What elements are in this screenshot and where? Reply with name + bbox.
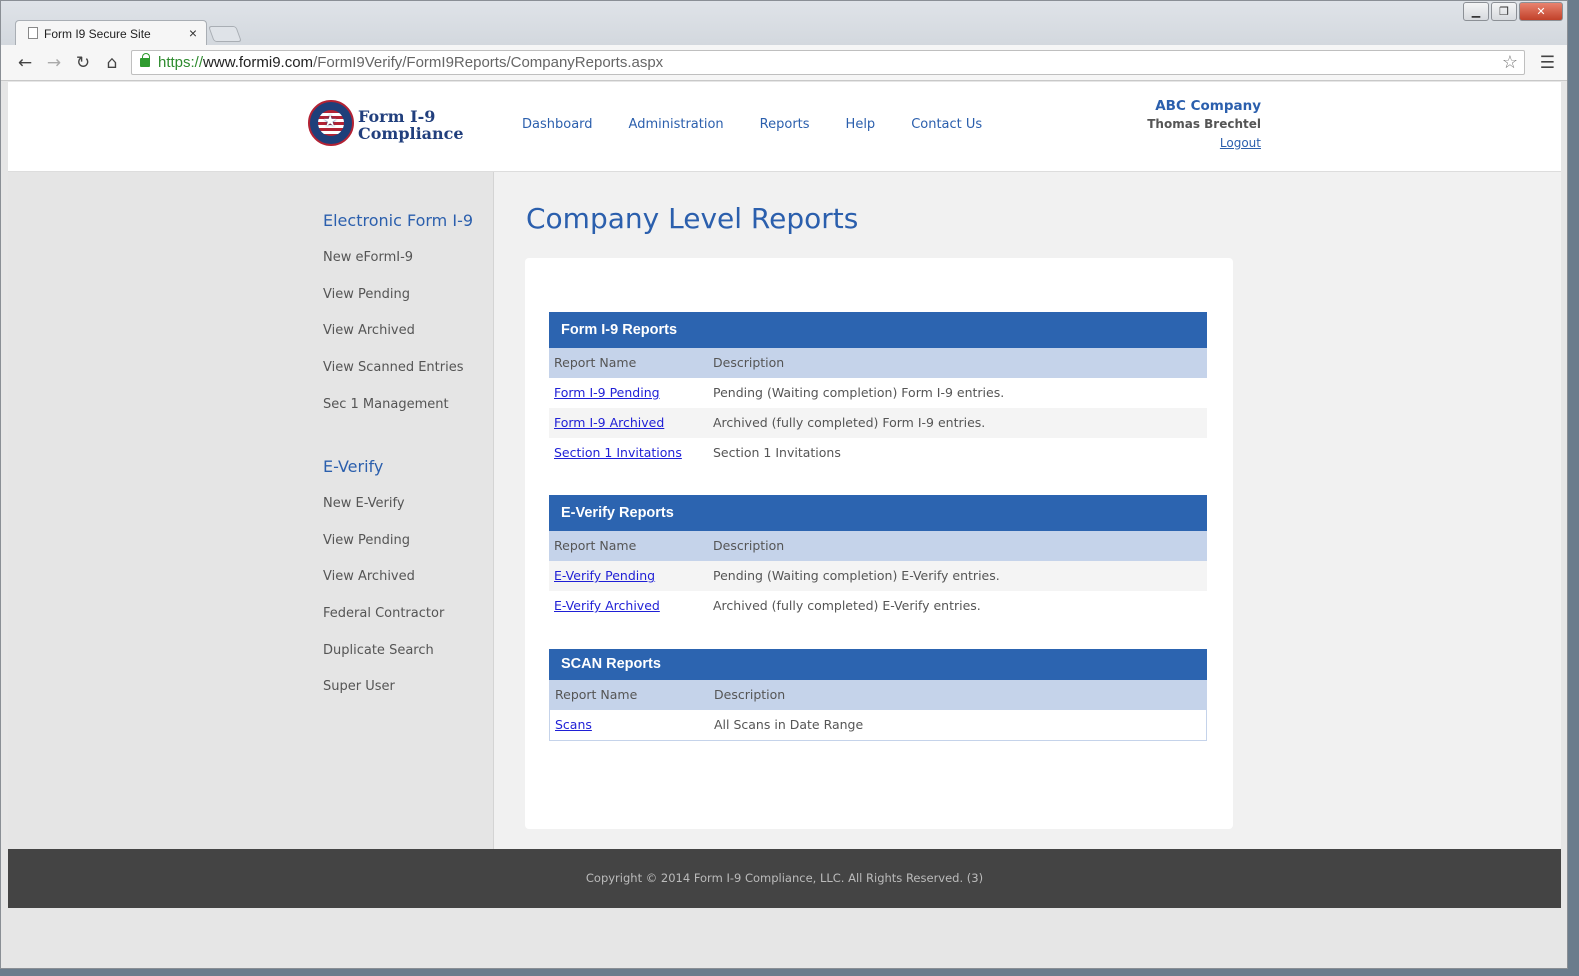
table-row: Section 1 Invitations Section 1 Invitati… <box>549 438 1207 468</box>
forward-arrow-icon[interactable]: → <box>43 52 65 74</box>
scan-table-body: Report Name Description Scans All Scans … <box>549 680 1207 741</box>
top-nav: Dashboard Administration Reports Help Co… <box>522 117 982 132</box>
page-viewport: Form I-9 Compliance Dashboard Administra… <box>8 82 1561 908</box>
sidebar-item-view-scanned-entries[interactable]: View Scanned Entries <box>323 360 473 397</box>
maximize-button[interactable]: ❐ <box>1491 2 1517 21</box>
reports-card: Form I-9 Reports Report Name Description… <box>525 258 1233 829</box>
site-header: Form I-9 Compliance Dashboard Administra… <box>8 82 1561 172</box>
scan-reports-table: SCAN Reports Report Name Description Sca… <box>549 649 1207 741</box>
nav-contact-us[interactable]: Contact Us <box>911 117 982 132</box>
sidebar-item-view-pending[interactable]: View Pending <box>323 287 473 324</box>
window-controls: ▁ ❐ ✕ <box>1463 2 1563 21</box>
logo-line-2: Compliance <box>358 124 464 143</box>
nav-reports[interactable]: Reports <box>760 117 810 132</box>
sidebar-item-everify-view-archived[interactable]: View Archived <box>323 569 444 606</box>
tab-strip: Form I9 Secure Site × ▁ ❐ ✕ <box>1 1 1567 46</box>
sidebar-item-federal-contractor[interactable]: Federal Contractor <box>323 606 444 643</box>
lock-icon <box>140 53 150 67</box>
copyright-text: Copyright © 2014 Form I-9 Compliance, LL… <box>585 871 984 885</box>
address-bar[interactable]: https://www.formi9.com/FormI9Verify/Form… <box>131 50 1525 75</box>
column-header-row: Report Name Description <box>549 531 1207 561</box>
account-info: ABC Company Thomas Brechtel Logout <box>1147 97 1261 152</box>
new-tab-button[interactable] <box>208 26 242 42</box>
url-scheme: https:// <box>158 54 204 71</box>
main-content: Company Level Reports Form I-9 Reports R… <box>494 172 1561 849</box>
column-report-name: Report Name <box>554 538 637 553</box>
page-title: Company Level Reports <box>526 202 859 235</box>
browser-toolbar: ← → ↻ ⌂ https://www.formi9.com/FormI9Ver… <box>1 45 1567 81</box>
home-icon[interactable]: ⌂ <box>101 52 123 74</box>
form-i9-reports-heading: Form I-9 Reports <box>549 312 1207 348</box>
report-link-everify-pending[interactable]: E-Verify Pending <box>554 568 655 583</box>
sidebar-item-new-eformi9[interactable]: New eFormI-9 <box>323 250 473 287</box>
browser-window: Form I9 Secure Site × ▁ ❐ ✕ ← → ↻ ⌂ http… <box>0 0 1568 969</box>
table-row: E-Verify Pending Pending (Waiting comple… <box>549 561 1207 591</box>
star-icon[interactable]: ☆ <box>1502 52 1518 73</box>
site-logo[interactable]: Form I-9 Compliance <box>308 100 464 150</box>
close-window-button[interactable]: ✕ <box>1519 2 1563 21</box>
column-description: Description <box>713 355 785 370</box>
everify-reports-heading: E-Verify Reports <box>549 495 1207 531</box>
sidebar: Electronic Form I-9 New eFormI-9 View Pe… <box>8 172 494 849</box>
nav-dashboard[interactable]: Dashboard <box>522 117 593 132</box>
table-row: Form I-9 Archived Archived (fully comple… <box>549 408 1207 438</box>
form-i9-reports-table: Form I-9 Reports Report Name Description… <box>549 312 1207 468</box>
company-name: ABC Company <box>1155 98 1261 114</box>
url-path: /FormI9Verify/FormI9Reports/CompanyRepor… <box>313 54 664 71</box>
report-link-everify-archived[interactable]: E-Verify Archived <box>554 598 660 613</box>
column-header-row: Report Name Description <box>549 348 1207 378</box>
column-description: Description <box>713 538 785 553</box>
table-row: E-Verify Archived Archived (fully comple… <box>549 591 1207 621</box>
browser-tab[interactable]: Form I9 Secure Site × <box>15 20 207 46</box>
eform-heading: Electronic Form I-9 <box>323 211 474 230</box>
report-link-form-i9-archived[interactable]: Form I-9 Archived <box>554 415 664 430</box>
url-host: www.formi9.com <box>203 54 314 71</box>
table-row: Form I-9 Pending Pending (Waiting comple… <box>549 378 1207 408</box>
report-link-section1-invitations[interactable]: Section 1 Invitations <box>554 445 682 460</box>
sidebar-item-sec1-management[interactable]: Sec 1 Management <box>323 397 473 434</box>
report-description: Pending (Waiting completion) Form I-9 en… <box>713 385 1005 400</box>
nav-help[interactable]: Help <box>846 117 876 132</box>
report-link-scans[interactable]: Scans <box>555 717 592 732</box>
logo-line-1: Form I-9 <box>358 107 436 126</box>
report-link-form-i9-pending[interactable]: Form I-9 Pending <box>554 385 660 400</box>
sidebar-item-view-archived[interactable]: View Archived <box>323 323 473 360</box>
report-description: Archived (fully completed) Form I-9 entr… <box>713 415 986 430</box>
menu-icon[interactable]: ☰ <box>1540 53 1555 73</box>
minimize-button[interactable]: ▁ <box>1463 2 1489 21</box>
report-description: Section 1 Invitations <box>713 445 841 460</box>
reload-icon[interactable]: ↻ <box>72 52 94 74</box>
back-arrow-icon[interactable]: ← <box>14 52 36 74</box>
page-icon <box>28 27 38 39</box>
sidebar-item-new-everify[interactable]: New E-Verify <box>323 496 444 533</box>
column-report-name: Report Name <box>555 687 638 702</box>
everify-section: E-Verify New E-Verify View Pending View … <box>323 457 444 716</box>
tab-title: Form I9 Secure Site <box>44 27 151 41</box>
site-footer: Copyright © 2014 Form I-9 Compliance, LL… <box>8 849 1561 908</box>
everify-heading: E-Verify <box>323 457 384 476</box>
report-description: Pending (Waiting completion) E-Verify en… <box>713 568 1000 583</box>
nav-administration[interactable]: Administration <box>629 117 724 132</box>
column-description: Description <box>714 687 786 702</box>
user-name: Thomas Brechtel <box>1147 117 1261 131</box>
sidebar-item-duplicate-search[interactable]: Duplicate Search <box>323 643 444 680</box>
logout-link[interactable]: Logout <box>1220 134 1261 152</box>
logo-text: Form I-9 Compliance <box>358 108 464 142</box>
sidebar-item-everify-view-pending[interactable]: View Pending <box>323 533 444 570</box>
report-description: Archived (fully completed) E-Verify entr… <box>713 598 981 613</box>
scan-reports-heading: SCAN Reports <box>549 649 1207 680</box>
column-report-name: Report Name <box>554 355 637 370</box>
everify-reports-table: E-Verify Reports Report Name Description… <box>549 495 1207 621</box>
tab-close-icon[interactable]: × <box>189 25 197 41</box>
seal-icon <box>308 100 354 146</box>
column-header-row: Report Name Description <box>550 680 1206 710</box>
report-description: All Scans in Date Range <box>714 717 864 732</box>
sidebar-item-super-user[interactable]: Super User <box>323 679 444 716</box>
table-row: Scans All Scans in Date Range <box>550 710 1206 740</box>
eform-section: Electronic Form I-9 New eFormI-9 View Pe… <box>323 211 473 433</box>
